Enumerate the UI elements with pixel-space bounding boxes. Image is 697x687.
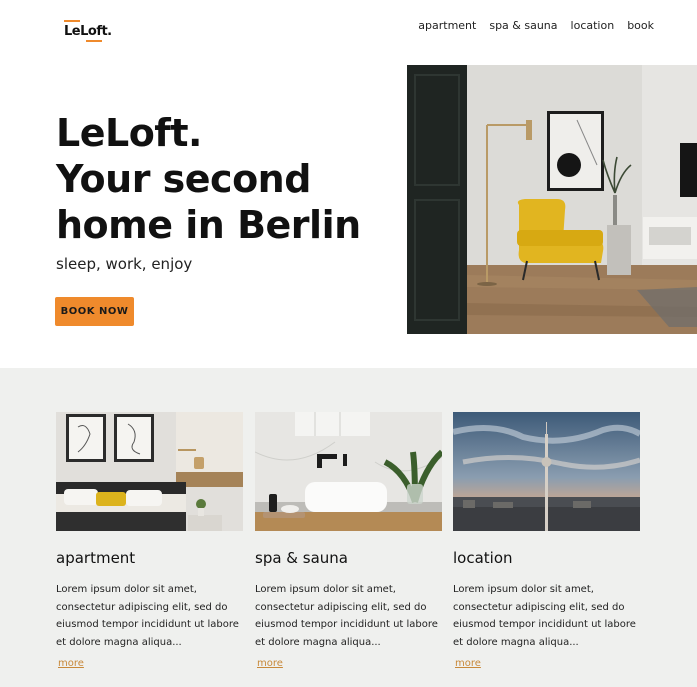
berlin-skyline-image xyxy=(453,412,640,531)
card-title: spa & sauna xyxy=(255,549,348,567)
nav-apartment[interactable]: apartment xyxy=(418,19,476,32)
features-section: apartment Lorem ipsum dolor sit amet, co… xyxy=(0,368,697,687)
logo[interactable]: LeLoft. xyxy=(64,20,112,42)
main-nav: apartment spa & sauna location book xyxy=(418,19,654,32)
apartment-bedroom-image xyxy=(56,412,243,531)
logo-accent-top xyxy=(64,20,80,22)
card-spa-sauna: spa & sauna Lorem ipsum dolor sit amet, … xyxy=(255,412,442,670)
nav-book[interactable]: book xyxy=(627,19,654,32)
logo-text: LeLoft. xyxy=(64,24,112,39)
more-link[interactable]: more xyxy=(257,658,283,669)
card-location: location Lorem ipsum dolor sit amet, con… xyxy=(453,412,640,670)
hero-title-line-3: home in Berlin xyxy=(56,203,361,247)
hero-title-line-1: LeLoft. xyxy=(56,111,202,155)
book-now-button[interactable]: BOOK NOW xyxy=(55,297,134,326)
hero-title: LeLoft. Your second home in Berlin xyxy=(56,110,361,248)
logo-accent-bottom xyxy=(86,40,102,42)
more-link[interactable]: more xyxy=(58,658,84,669)
more-link[interactable]: more xyxy=(455,658,481,669)
hero-title-line-2: Your second xyxy=(56,157,311,201)
nav-spa-sauna[interactable]: spa & sauna xyxy=(489,19,557,32)
card-title: apartment xyxy=(56,549,136,567)
card-apartment: apartment Lorem ipsum dolor sit amet, co… xyxy=(56,412,243,670)
hero-tagline: sleep, work, enjoy xyxy=(56,255,193,273)
card-text: Lorem ipsum dolor sit amet, consectetur … xyxy=(255,584,438,648)
nav-location[interactable]: location xyxy=(571,19,615,32)
spa-bathroom-image xyxy=(255,412,442,531)
card-text: Lorem ipsum dolor sit amet, consectetur … xyxy=(453,584,636,648)
card-title: location xyxy=(453,549,513,567)
hero-living-room-image xyxy=(407,65,697,334)
card-text: Lorem ipsum dolor sit amet, consectetur … xyxy=(56,584,239,648)
